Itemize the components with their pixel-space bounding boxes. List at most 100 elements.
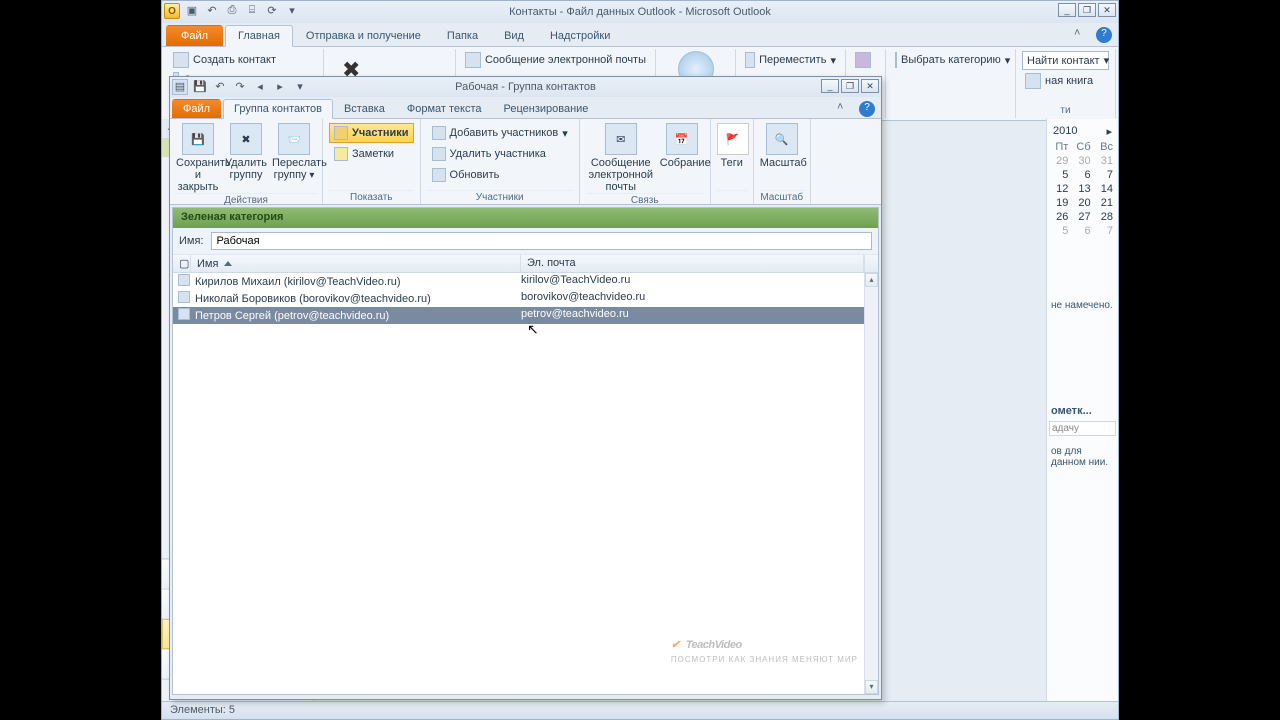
tab-file[interactable]: Файл	[166, 25, 223, 46]
category-banner[interactable]: Зеленая категория	[173, 208, 878, 228]
vertical-scrollbar[interactable]: ▴ ▾	[864, 273, 878, 694]
member-row[interactable]: Николай Боровиков (borovikov@teachvideo.…	[173, 290, 878, 307]
sub-tabstrip: Файл Группа контактов Вставка Формат тек…	[170, 97, 881, 119]
redo-icon[interactable]: ↷	[232, 79, 248, 95]
member-row-selected[interactable]: Петров Сергей (petrov@teachvideo.ru) pet…	[173, 307, 878, 324]
notes-button[interactable]: Заметки	[329, 144, 414, 164]
icon-column-header[interactable]: ▢	[173, 255, 191, 272]
save-close-button[interactable]: 💾Сохранить и закрыть	[176, 123, 220, 193]
email-column-header[interactable]: Эл. почта	[521, 255, 864, 272]
tab-home[interactable]: Главная	[225, 25, 293, 47]
move-button[interactable]: Переместить ▾	[742, 51, 839, 69]
status-bar: Элементы: 5	[162, 701, 1118, 719]
group-label-zoom: Масштаб	[760, 190, 804, 203]
meeting-button[interactable]: 📅Собрание	[660, 123, 704, 169]
ribbon-minimize-icon[interactable]: ˄	[837, 101, 853, 117]
add-members-button[interactable]: Добавить участников ▾	[427, 123, 573, 143]
group-name-input[interactable]	[211, 232, 872, 250]
window-controls: _ ❐ ✕	[1058, 3, 1116, 17]
contact-icon	[178, 291, 190, 303]
email-message-button[interactable]: Сообщение электронной почты	[462, 51, 649, 69]
minimize-button[interactable]: _	[1058, 3, 1076, 17]
remove-member-icon	[432, 147, 446, 161]
new-task-input[interactable]: адачу	[1049, 421, 1116, 436]
year-label: 2010	[1053, 125, 1077, 138]
refresh-button[interactable]: Обновить	[427, 165, 573, 185]
send-receive-icon[interactable]: ⟳	[264, 3, 280, 19]
notes-header: ометк...	[1049, 403, 1116, 419]
print-icon[interactable]: ⎙	[224, 3, 240, 19]
email-button[interactable]: ✉Сообщение электронной почты	[586, 123, 656, 193]
sub-tab-format[interactable]: Формат текста	[396, 99, 493, 118]
quick-access-toolbar: O ▣ ↶ ⎙ ⌸ ⟳ ▾	[164, 3, 300, 19]
remove-member-button[interactable]: Удалить участника	[427, 144, 573, 164]
qat-dropdown-icon[interactable]: ▾	[284, 3, 300, 19]
tab-folder[interactable]: Папка	[434, 25, 491, 46]
item-count: Элементы: 5	[170, 704, 235, 716]
find-contact-input[interactable]: Найти контакт ▾	[1022, 51, 1109, 70]
main-tabstrip: Файл Главная Отправка и получение Папка …	[162, 23, 1118, 47]
member-row[interactable]: Кирилов Михаил (kirilov@TeachVideo.ru) k…	[173, 273, 878, 290]
undo-icon[interactable]: ↶	[212, 79, 228, 95]
close-button[interactable]: ✕	[1098, 3, 1116, 17]
mini-calendar[interactable]: ПтСбВс 293031 567 121314 192021 262728 5…	[1049, 140, 1116, 238]
sub-maximize-button[interactable]: ❐	[841, 79, 859, 93]
contact-group-window: ▤ 💾 ↶ ↷ ◂ ▸ ▾ Рабочая - Группа контактов…	[169, 76, 882, 700]
sub-tab-file[interactable]: Файл	[172, 99, 221, 118]
add-member-icon	[432, 126, 446, 140]
ribbon-minimize-icon[interactable]: ˄	[1074, 27, 1090, 43]
next-month-icon[interactable]: ▸	[1106, 125, 1112, 138]
sort-asc-icon	[224, 261, 232, 266]
maximize-button[interactable]: ❐	[1078, 3, 1096, 17]
scroll-down-icon[interactable]: ▾	[865, 680, 878, 694]
tab-send-receive[interactable]: Отправка и получение	[293, 25, 434, 46]
qat-dropdown-icon[interactable]: ▾	[292, 79, 308, 95]
sub-minimize-button[interactable]: _	[821, 79, 839, 93]
sub-close-button[interactable]: ✕	[861, 79, 879, 93]
tab-addins[interactable]: Надстройки	[537, 25, 623, 46]
group-label-show: Показать	[329, 190, 414, 203]
forward-group-button[interactable]: 📨Переслать группу ▾	[272, 123, 316, 181]
zoom-button[interactable]: 🔍Масштаб	[760, 123, 804, 169]
members-icon	[334, 126, 348, 140]
address-book-button[interactable]: ная книга	[1022, 72, 1109, 90]
undo-icon[interactable]: ↶	[204, 3, 220, 19]
tags-button[interactable]: 🚩Теги	[717, 123, 747, 169]
sub-ribbon: 💾Сохранить и закрыть ✖Удалить группу 📨Пе…	[170, 119, 881, 205]
help-icon[interactable]: ?	[1096, 27, 1112, 43]
save-icon[interactable]: ▣	[184, 3, 200, 19]
tab-view[interactable]: Вид	[491, 25, 537, 46]
save-icon[interactable]: 💾	[192, 79, 208, 95]
window-title: Контакты - Файл данных Outlook - Microso…	[509, 6, 771, 18]
preview-icon[interactable]: ⌸	[244, 3, 260, 19]
members-button[interactable]: Участники	[329, 123, 414, 143]
prev-icon[interactable]: ◂	[252, 79, 268, 95]
group-label-comm: Связь	[586, 193, 704, 206]
note-body-text: ов для данном нии.	[1049, 444, 1116, 470]
group-label-members: Участники	[427, 190, 573, 203]
onenote-icon[interactable]	[852, 51, 879, 69]
sub-window-title: Рабочая - Группа контактов	[455, 81, 596, 93]
notes-icon	[334, 147, 348, 161]
new-contact-button[interactable]: Создать контакт	[170, 51, 317, 69]
scrollbar-head	[864, 255, 878, 272]
choose-category-button[interactable]: Выбрать категорию ▾	[892, 51, 1009, 69]
main-titlebar: O ▣ ↶ ⎙ ⌸ ⟳ ▾ Контакты - Файл данных Out…	[162, 1, 1118, 23]
app-small-icon[interactable]: ▤	[172, 79, 188, 95]
next-icon[interactable]: ▸	[272, 79, 288, 95]
sub-tab-group[interactable]: Группа контактов	[223, 99, 333, 119]
members-list[interactable]: Кирилов Михаил (kirilov@TeachVideo.ru) k…	[173, 273, 878, 694]
app-icon[interactable]: O	[164, 3, 180, 19]
delete-group-button[interactable]: ✖Удалить группу	[224, 123, 268, 181]
sub-tab-review[interactable]: Рецензирование	[492, 99, 599, 118]
contact-icon	[178, 308, 190, 320]
group-label-actions: Действия	[176, 193, 316, 206]
name-label: Имя:	[179, 235, 203, 247]
refresh-icon	[432, 168, 446, 182]
sub-tab-insert[interactable]: Вставка	[333, 99, 396, 118]
scroll-up-icon[interactable]: ▴	[865, 273, 878, 287]
help-icon[interactable]: ?	[859, 101, 875, 117]
name-column-header[interactable]: Имя	[191, 255, 521, 272]
group-content-pane: Зеленая категория Имя: ▢ Имя Эл. почта К…	[172, 207, 879, 695]
no-appointments-text: не намечено.	[1049, 298, 1116, 313]
